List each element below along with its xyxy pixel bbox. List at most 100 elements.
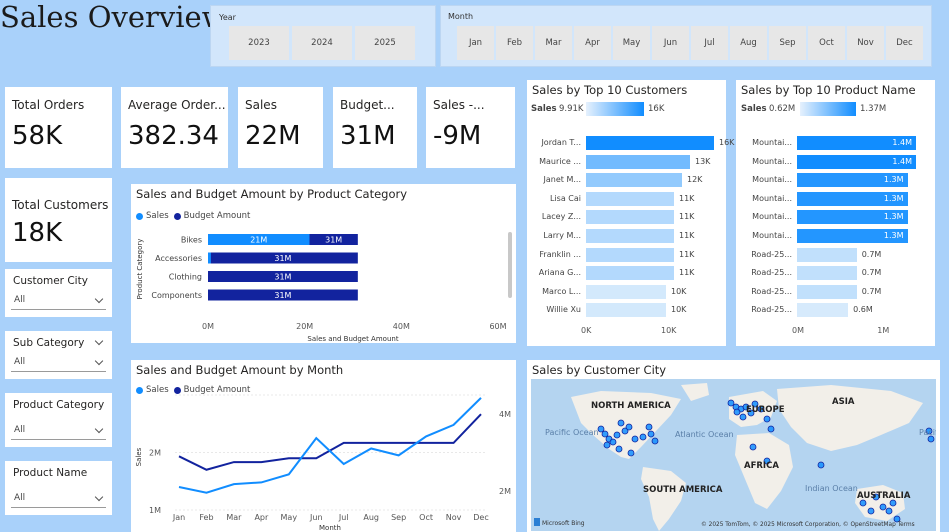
month-tile-mar[interactable]: Mar xyxy=(535,26,572,60)
month-tile-may[interactable]: May xyxy=(613,26,650,60)
x-tick-label: 40M xyxy=(393,322,410,331)
city-marker xyxy=(749,443,757,451)
customer-city-dropdown[interactable]: All xyxy=(11,293,106,310)
map-label-pacific-ocean-east: Pacific Ocean xyxy=(919,428,936,437)
bar[interactable] xyxy=(586,136,714,150)
chevron-down-icon xyxy=(94,424,104,434)
chart-title: Sales by Top 10 Customers xyxy=(532,83,688,97)
month-tile-feb[interactable]: Feb xyxy=(496,26,533,60)
kpi-label: Sales -... xyxy=(433,98,485,112)
bar[interactable] xyxy=(586,284,666,299)
gradient-legend-bar xyxy=(586,102,644,116)
map-label-pacific-ocean: Pacific Ocean xyxy=(545,428,599,437)
sub-category-dropdown[interactable]: All xyxy=(11,355,106,372)
bar-category-label: Mountai... xyxy=(752,175,792,185)
bar-value-label: 0.7M xyxy=(861,268,882,278)
bar-value-label: 11K xyxy=(679,193,695,203)
x-tick-label: Jul xyxy=(338,513,349,522)
city-marker xyxy=(601,430,609,438)
bar-category-label: Maurice ... xyxy=(539,156,581,166)
chevron-down-icon xyxy=(94,492,104,502)
bar-value-label: 11K xyxy=(679,231,695,240)
month-tile-jan[interactable]: Jan xyxy=(457,26,494,60)
bar[interactable] xyxy=(797,284,857,299)
bar-category-label: Willie Xu xyxy=(546,305,581,315)
bar-value-label: 1.4M xyxy=(892,138,913,147)
bar-value-label: 1.3M xyxy=(883,231,904,240)
gradient-legend-max: 16K xyxy=(648,104,665,114)
budget-bar-label: 31M xyxy=(274,273,291,282)
chart-title: Sales by Customer City xyxy=(532,363,667,377)
chevron-down-icon[interactable] xyxy=(94,336,104,346)
bar-category-label: Road-25... xyxy=(751,249,792,259)
city-marker xyxy=(603,441,611,449)
kpi-total-customers: Total Customers 18K xyxy=(5,178,112,262)
bar[interactable] xyxy=(586,247,674,262)
city-marker xyxy=(613,431,621,439)
x-axis-title: Sales and Budget Amount xyxy=(307,335,398,343)
year-tile-2024[interactable]: 2024 xyxy=(292,26,352,60)
bar[interactable] xyxy=(586,266,674,281)
bar-category-label: Mountai... xyxy=(752,193,792,203)
month-tile-sep[interactable]: Sep xyxy=(769,26,806,60)
bar[interactable] xyxy=(586,191,674,206)
month-tile-jul[interactable]: Jul xyxy=(691,26,728,60)
city-marker xyxy=(647,430,655,438)
bar-value-label: 11K xyxy=(679,212,695,222)
filter-label: Product Category xyxy=(13,399,105,411)
city-marker xyxy=(617,419,625,427)
x-tick-label: Apr xyxy=(254,513,269,522)
budget-bar-label: 31M xyxy=(274,291,291,300)
chart-title: Sales by Top 10 Product Name xyxy=(741,83,916,97)
bar[interactable] xyxy=(586,173,682,188)
kpi-label: Sales xyxy=(245,98,277,112)
city-marker xyxy=(733,408,741,416)
bar[interactable] xyxy=(586,303,666,318)
bar-value-label: 11K xyxy=(679,268,695,278)
category-label: Components xyxy=(151,291,202,300)
category-label: Bikes xyxy=(181,236,202,245)
right-y-tick-label: 4M xyxy=(499,410,511,419)
month-tile-nov[interactable]: Nov xyxy=(847,26,884,60)
month-tile-dec[interactable]: Dec xyxy=(886,26,923,60)
bar-value-label: 12K xyxy=(687,175,703,185)
bar-category-label: Larry M... xyxy=(543,231,581,240)
month-tile-oct[interactable]: Oct xyxy=(808,26,845,60)
kpi-label: Average Order... xyxy=(128,98,226,112)
dropdown-value: All xyxy=(14,425,26,435)
world-map[interactable]: NORTH AMERICA EUROPE ASIA AFRICA SOUTH A… xyxy=(531,379,936,531)
month-tile-apr[interactable]: Apr xyxy=(574,26,611,60)
year-tile-2025[interactable]: 2025 xyxy=(355,26,415,60)
bar[interactable] xyxy=(797,303,849,318)
city-marker xyxy=(645,423,653,431)
sales-bar-label: 21M xyxy=(250,236,267,245)
map-attribution[interactable]: © 2025 TomTom, © 2025 Microsoft Corporat… xyxy=(701,521,915,528)
month-line-svg: Jan Feb Mar Apr May Jun Jul Aug Sep Oct Nov Dec Mont… xyxy=(135,394,511,532)
month-tile-aug[interactable]: Aug xyxy=(730,26,767,60)
city-marker xyxy=(817,461,825,469)
bar-value-label: 11K xyxy=(679,249,695,259)
map-label-europe: EUROPE xyxy=(746,405,785,415)
year-tile-2023[interactable]: 2023 xyxy=(229,26,289,60)
product-name-dropdown[interactable]: All xyxy=(11,491,106,508)
month-tile-jun[interactable]: Jun xyxy=(652,26,689,60)
bar-value-label: 0.7M xyxy=(861,249,882,259)
city-marker xyxy=(867,507,875,515)
bar[interactable] xyxy=(586,229,674,243)
x-tick-label: 0M xyxy=(792,326,804,335)
bar[interactable] xyxy=(797,247,857,262)
bar-category-label: Franklin ... xyxy=(539,249,581,259)
filter-label: Product Name xyxy=(13,467,88,479)
bar[interactable] xyxy=(797,266,857,281)
kpi-label: Budget... xyxy=(340,98,395,112)
sales-line xyxy=(178,397,482,494)
kpi-value: 18K xyxy=(12,218,63,248)
product-category-dropdown[interactable]: All xyxy=(11,423,106,440)
x-tick-label: Feb xyxy=(199,513,213,522)
map-label-australia: AUSTRALIA xyxy=(857,491,911,501)
bar[interactable] xyxy=(586,210,674,225)
bar[interactable] xyxy=(586,154,690,169)
month-slicer: Month Jan Feb Mar Apr May Jun Jul Aug Sep Oct Nov D… xyxy=(440,5,932,67)
gradient-legend-max: 1.37M xyxy=(860,104,887,114)
filter-product-category: Product Category All xyxy=(5,393,112,447)
